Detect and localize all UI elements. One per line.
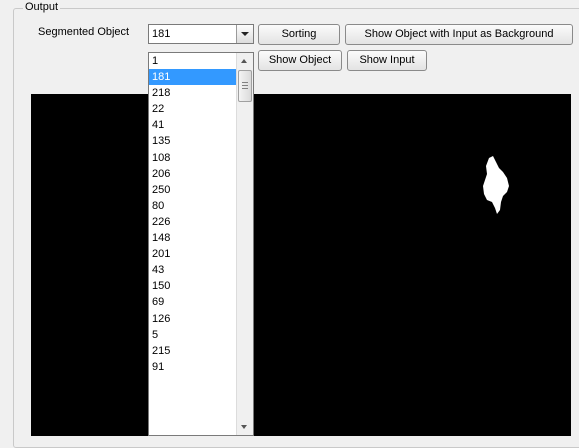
dropdown-options: 1 181 218 22 41 135 108 206 250 80 226 148 201 43 150 6… [149, 53, 237, 375]
dropdown-option[interactable]: 150 [149, 278, 237, 294]
dropdown-option[interactable]: 43 [149, 262, 237, 278]
segmented-object-selected-value: 181 [152, 28, 171, 40]
dropdown-option[interactable]: 126 [149, 311, 237, 327]
scrollbar-thumb[interactable] [238, 70, 252, 102]
segmented-object-dropdown-list[interactable]: 1 181 218 22 41 135 108 206 250 80 226 148 201 43 150 6… [148, 52, 254, 436]
dropdown-option[interactable]: 206 [149, 166, 237, 182]
dropdown-option[interactable]: 69 [149, 294, 237, 310]
dropdown-option[interactable]: 1 [149, 53, 237, 69]
thumb-grip-line [242, 88, 248, 89]
thumb-grip-line [242, 85, 248, 86]
thumb-grip-line [242, 82, 248, 83]
show-input-button[interactable]: Show Input [347, 50, 427, 71]
scroll-up-arrow-icon[interactable] [241, 59, 247, 63]
dropdown-option[interactable]: 135 [149, 133, 237, 149]
dropdown-option[interactable]: 91 [149, 359, 237, 375]
dropdown-option[interactable]: 22 [149, 101, 237, 117]
output-group-title: Output [23, 1, 61, 13]
segmented-object-blob [483, 156, 509, 214]
chevron-down-icon [241, 32, 249, 36]
sorting-button[interactable]: Sorting [258, 24, 340, 45]
dropdown-option[interactable]: 201 [149, 246, 237, 262]
dropdown-option[interactable]: 181 [149, 69, 237, 86]
dropdown-option[interactable]: 108 [149, 150, 237, 166]
image-display-canvas [31, 94, 571, 436]
dropdown-option[interactable]: 148 [149, 230, 237, 246]
segmented-object-combobox[interactable]: 181 [148, 24, 254, 44]
combo-dropdown-button[interactable] [236, 25, 253, 43]
scroll-down-arrow-icon[interactable] [241, 425, 247, 429]
dropdown-option[interactable]: 41 [149, 117, 237, 133]
dropdown-option[interactable]: 5 [149, 327, 237, 343]
dropdown-option[interactable]: 250 [149, 182, 237, 198]
dropdown-option[interactable]: 226 [149, 214, 237, 230]
dropdown-option[interactable]: 218 [149, 85, 237, 101]
show-object-button[interactable]: Show Object [258, 50, 342, 71]
segmented-object-label: Segmented Object [38, 26, 130, 38]
dropdown-option[interactable]: 80 [149, 198, 237, 214]
dropdown-scrollbar[interactable] [236, 53, 253, 435]
dropdown-option[interactable]: 215 [149, 343, 237, 359]
show-object-with-input-as-background-button[interactable]: Show Object with Input as Background [345, 24, 573, 45]
